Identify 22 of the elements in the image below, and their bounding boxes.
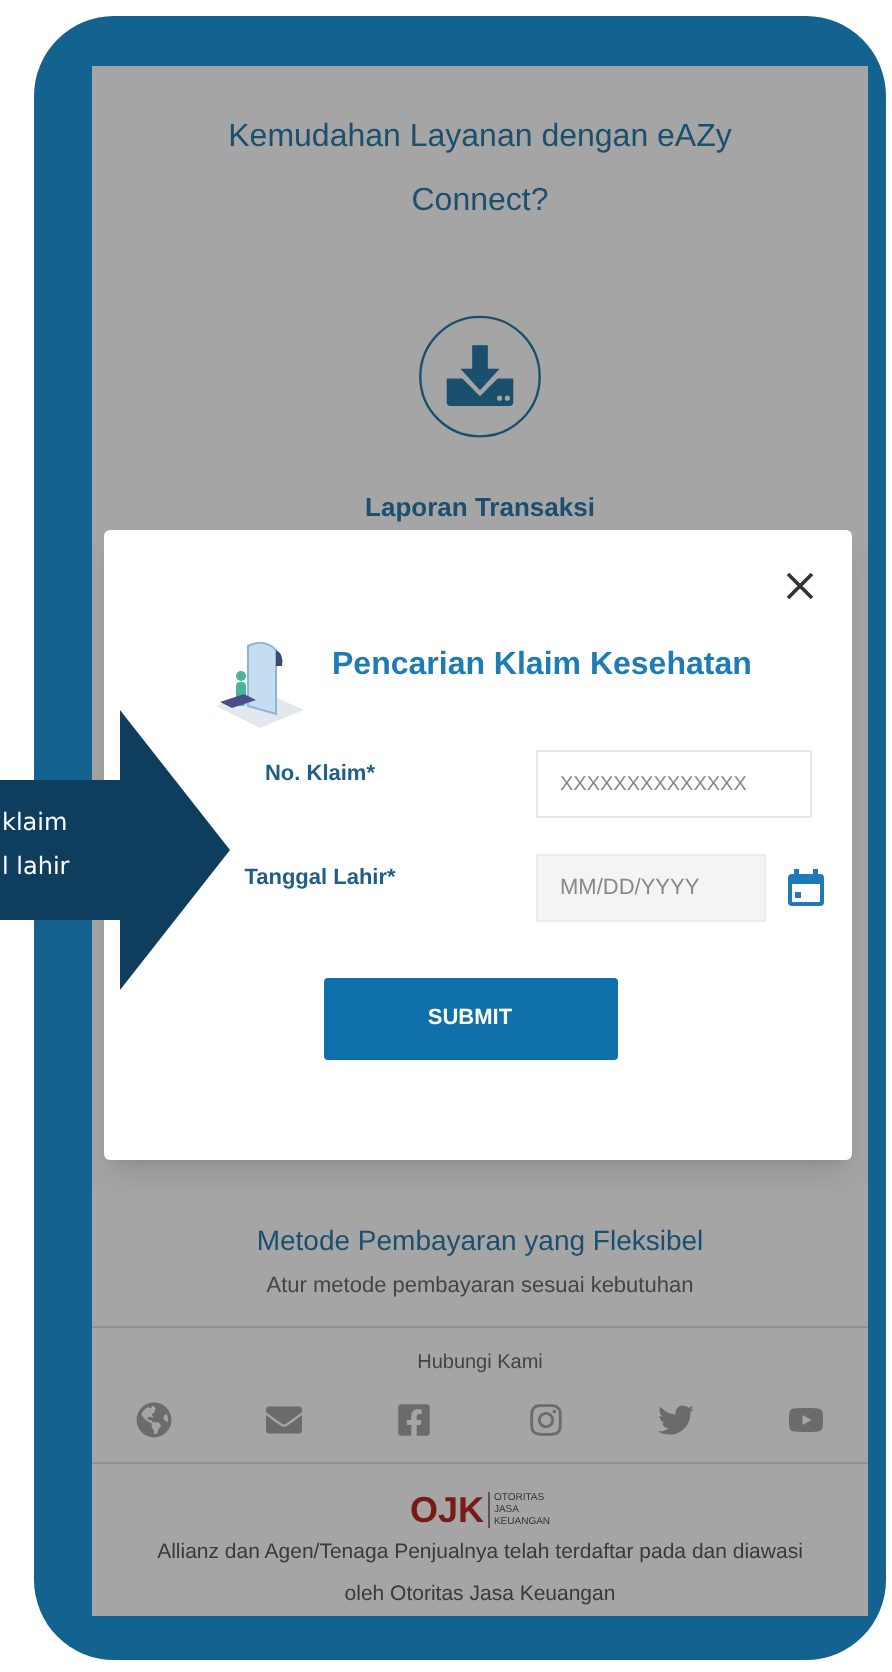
instagram-icon[interactable] — [527, 1402, 564, 1439]
dialog-title: Pencarian Klaim Kesehatan — [332, 646, 752, 686]
date-field[interactable]: MM/DD/YYYY — [536, 854, 766, 922]
claim-number-field[interactable]: XXXXXXXXXXXXXX — [536, 750, 812, 818]
email-icon[interactable] — [266, 1402, 303, 1439]
facebook-icon[interactable] — [396, 1402, 433, 1439]
section-subtitle: Atur metode pembayaran sesuai kebutuhan — [266, 1271, 694, 1302]
section-title: Kemudahan Layanan dengan eAZy Connect? — [226, 118, 734, 222]
footer-text: Allianz dan Agen/Tenaga Penjualnya telah terdaftar pada dan diawasi oleh Otoritas Jasa Keuangan — [155, 1538, 805, 1611]
twitter-icon[interactable] — [657, 1402, 694, 1439]
feature-label: Laporan Transaksi — [365, 489, 595, 526]
callout-text: klaim l lahir — [0, 806, 70, 884]
field-label: No. Klaim* — [262, 760, 377, 790]
section-title: Metode Pembayaran yang Fleksibel — [256, 1221, 704, 1260]
contact-title: Hubungi Kami — [417, 1350, 543, 1379]
download-icon — [416, 314, 544, 440]
calendar-icon[interactable] — [786, 868, 826, 908]
ojk-logo: OJK — [409, 1492, 484, 1529]
field-label: Tanggal Lahir* — [242, 864, 398, 894]
submit-button[interactable]: SUBMIT — [323, 978, 617, 1060]
globe-icon[interactable] — [136, 1402, 172, 1439]
close-icon — [786, 572, 814, 600]
